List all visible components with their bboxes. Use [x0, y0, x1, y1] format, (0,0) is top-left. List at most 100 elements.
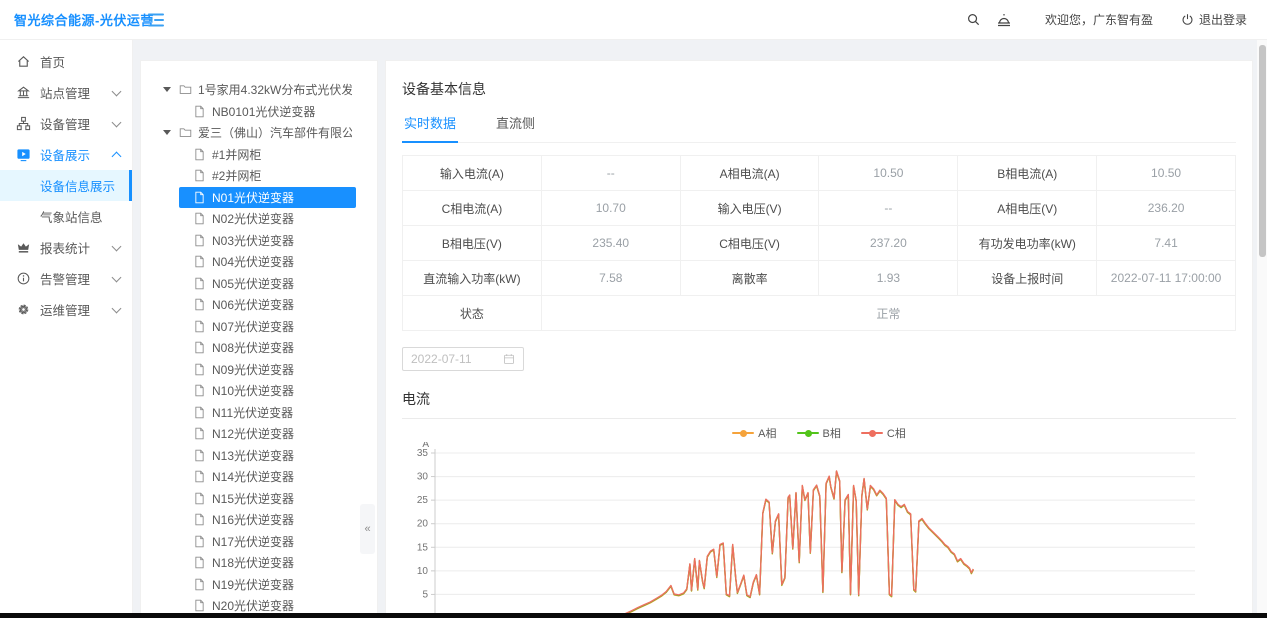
legend-marker-icon — [797, 432, 819, 434]
sidebar-item-site-management[interactable]: 站点管理 — [0, 77, 132, 108]
device-tree-panel: 1号家用4.32kW分布式光伏发电站 NB0101光伏逆变器 — [140, 60, 378, 618]
app-logo: 智光综合能源-光伏运营 — [0, 10, 133, 29]
field-value: 2022-07-11 17:00:00 — [1097, 261, 1236, 296]
panel-title: 设备基本信息 — [402, 79, 1236, 99]
field-label: 设备上报时间 — [958, 261, 1097, 296]
tree-item[interactable]: N19光伏逆变器 — [141, 574, 377, 596]
file-icon — [193, 234, 206, 247]
gear-icon — [16, 302, 31, 317]
tree-item[interactable]: N07光伏逆变器 — [141, 316, 377, 338]
tab[interactable]: 实时数据 — [402, 109, 458, 142]
tree-item[interactable]: #1并网柜 — [141, 144, 377, 166]
sidebar-item-device-info-display[interactable]: 设备信息展示 — [0, 170, 132, 201]
chevron-icon — [112, 272, 122, 282]
tree-item[interactable]: #2并网柜 — [141, 165, 377, 187]
tree-item[interactable]: N08光伏逆变器 — [141, 337, 377, 359]
tree-item[interactable]: N11光伏逆变器 — [141, 402, 377, 424]
file-icon — [193, 298, 206, 311]
tree-item[interactable]: N14光伏逆变器 — [141, 466, 377, 488]
tree-item[interactable]: 爱三（佛山）汽车部件有限公司光伏发 — [141, 122, 377, 144]
chevron-icon — [112, 303, 122, 313]
field-value: 237.20 — [819, 226, 958, 261]
tree-caret[interactable] — [163, 130, 179, 135]
tree-item[interactable]: N09光伏逆变器 — [141, 359, 377, 381]
tree-item[interactable]: N12光伏逆变器 — [141, 423, 377, 445]
tree-item[interactable]: 1号家用4.32kW分布式光伏发电站 — [141, 79, 377, 101]
tree-caret[interactable] — [163, 87, 179, 92]
field-value: 1.93 — [819, 261, 958, 296]
svg-text:20: 20 — [417, 519, 429, 530]
field-label: B相电流(A) — [958, 156, 1097, 191]
table-row: 输入电流(A)--A相电流(A)10.50B相电流(A)10.50 — [403, 156, 1236, 191]
crown-icon — [16, 240, 31, 255]
tree-item[interactable]: N01光伏逆变器 — [141, 187, 377, 209]
tab-bar: 实时数据 直流侧 — [402, 109, 1236, 143]
menu-fold-button[interactable] — [145, 9, 167, 31]
field-value: 7.58 — [542, 261, 681, 296]
file-icon — [193, 384, 206, 397]
file-icon — [193, 212, 206, 225]
sidebar-item-home[interactable]: 首页 — [0, 46, 132, 77]
sidebar-item-device-management[interactable]: 设备管理 — [0, 108, 132, 139]
tree-item[interactable]: N04光伏逆变器 — [141, 251, 377, 273]
sidebar-item-C相[interactable]: C相 — [861, 425, 906, 441]
legend-marker-icon — [861, 432, 883, 434]
page-scrollbar-thumb[interactable] — [1259, 45, 1266, 257]
field-label: 状态 — [403, 296, 542, 331]
bottom-edge-bar — [0, 613, 1267, 618]
sidebar-item-device-display[interactable]: 设备展示 — [0, 139, 132, 170]
folder-icon — [179, 126, 192, 139]
field-value: 10.70 — [542, 191, 681, 226]
table-row: B相电压(V)235.40C相电压(V)237.20有功发电功率(kW)7.41 — [403, 226, 1236, 261]
tab[interactable]: 直流侧 — [494, 109, 537, 142]
tree-item[interactable]: N06光伏逆变器 — [141, 294, 377, 316]
file-icon — [193, 148, 206, 161]
tree-item[interactable]: N10光伏逆变器 — [141, 380, 377, 402]
tree-item[interactable]: N05光伏逆变器 — [141, 273, 377, 295]
svg-text:15: 15 — [417, 542, 429, 553]
content-area: 1号家用4.32kW分布式光伏发电站 NB0101光伏逆变器 — [133, 40, 1267, 618]
file-icon — [193, 599, 206, 612]
sidebar-item-report-statistics[interactable]: 报表统计 — [0, 232, 132, 263]
file-icon — [193, 341, 206, 354]
tree-item[interactable]: N02光伏逆变器 — [141, 208, 377, 230]
sidebar-item-B相[interactable]: B相 — [797, 425, 841, 441]
field-label: A相电压(V) — [958, 191, 1097, 226]
file-icon — [193, 513, 206, 526]
search-icon[interactable] — [959, 5, 989, 35]
tree-item[interactable]: N13光伏逆变器 — [141, 445, 377, 467]
field-label: 输入电流(A) — [403, 156, 542, 191]
file-icon — [193, 255, 206, 268]
tree-item[interactable]: N03光伏逆变器 — [141, 230, 377, 252]
sidebar-item-A相[interactable]: A相 — [732, 425, 776, 441]
calendar-icon — [503, 353, 515, 365]
file-icon — [193, 406, 206, 419]
tree-item[interactable]: N17光伏逆变器 — [141, 531, 377, 553]
field-label: 直流输入功率(kW) — [403, 261, 542, 296]
field-value: 235.40 — [542, 226, 681, 261]
file-icon — [193, 492, 206, 505]
file-icon — [193, 191, 206, 204]
current-chart-area: 05101520253035A00:0001:0002:0003:0004:00… — [402, 442, 1236, 618]
sidebar-item-ops-management[interactable]: 运维管理 — [0, 294, 132, 325]
file-icon — [193, 105, 206, 118]
tree-item[interactable]: NB0101光伏逆变器 — [141, 101, 377, 123]
field-value: 10.50 — [819, 156, 958, 191]
logout-button[interactable]: 退出登录 — [1181, 11, 1247, 28]
tree-collapse-handle[interactable]: « — [360, 504, 375, 554]
svg-text:30: 30 — [417, 472, 429, 483]
tree-item[interactable]: N18光伏逆变器 — [141, 552, 377, 574]
field-label: B相电压(V) — [403, 226, 542, 261]
table-row: 直流输入功率(kW)7.58离散率1.93设备上报时间2022-07-11 17… — [403, 261, 1236, 296]
page-scrollbar — [1257, 40, 1267, 618]
device-info-table: 输入电流(A)--A相电流(A)10.50B相电流(A)10.50C相电流(A)… — [402, 155, 1236, 331]
tree-item[interactable]: N15光伏逆变器 — [141, 488, 377, 510]
sidebar-item-weather-station-info[interactable]: 气象站信息 — [0, 201, 132, 232]
tree-item[interactable]: N16光伏逆变器 — [141, 509, 377, 531]
current-chart: 05101520253035A00:0001:0002:0003:0004:00… — [402, 442, 1238, 618]
welcome-text: 欢迎您，广东智有盈 — [1045, 11, 1153, 28]
date-picker-input[interactable]: 2022-07-11 — [402, 347, 524, 371]
alarm-icon[interactable] — [989, 5, 1019, 35]
sidebar-item-alarm-management[interactable]: 告警管理 — [0, 263, 132, 294]
legend-marker-icon — [732, 432, 754, 434]
